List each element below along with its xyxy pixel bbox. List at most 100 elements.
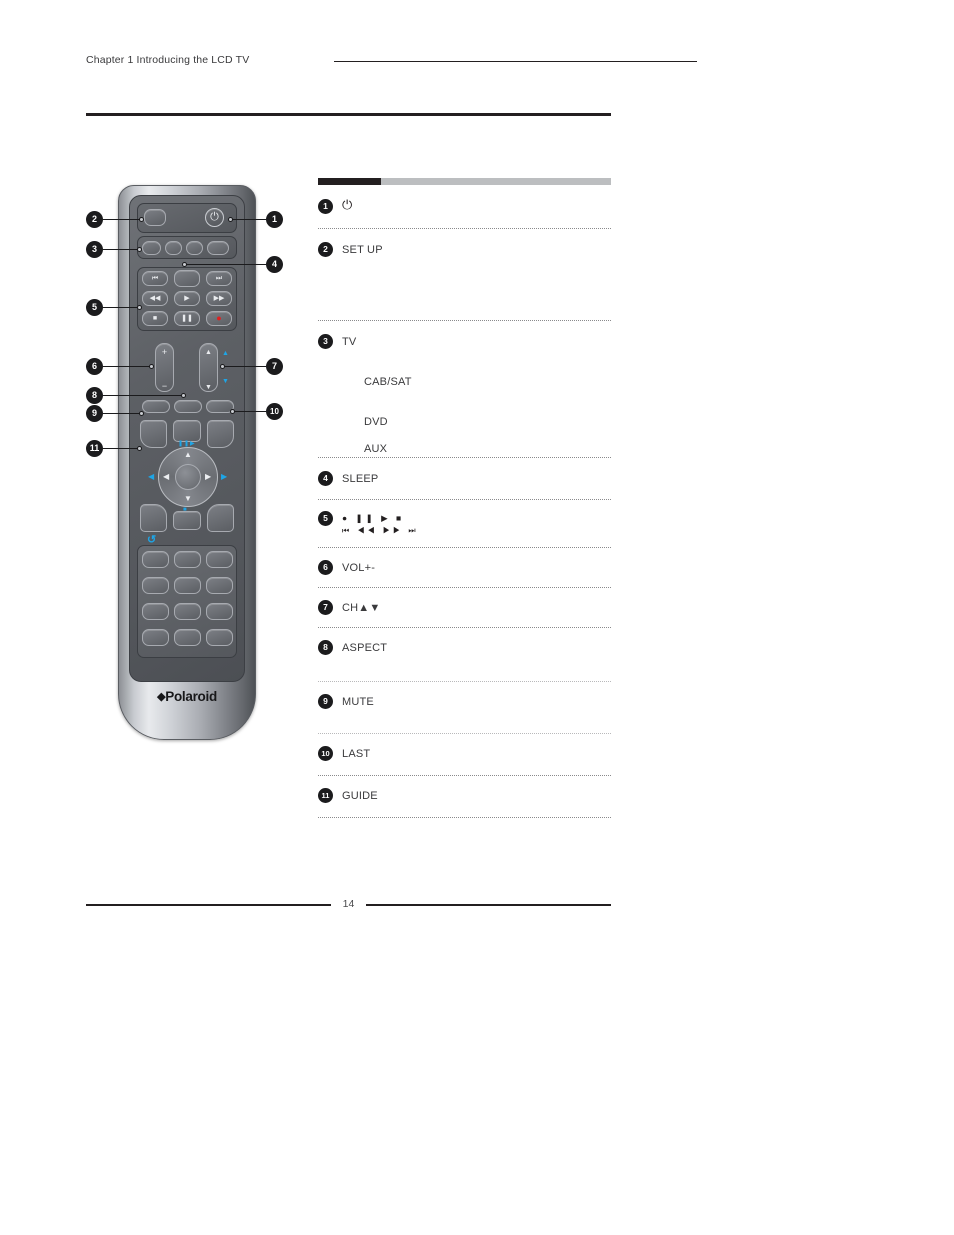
keypad-key-8[interactable] (174, 603, 201, 620)
skip-back-icon: ⏮ (151, 275, 159, 282)
callout-9: 9 (86, 405, 103, 422)
legend-item-2: 2 SET UP (318, 229, 611, 321)
header-rule (334, 61, 697, 63)
skip-forward-button[interactable]: ⏭ (206, 271, 232, 286)
keypad-key-9[interactable] (206, 603, 233, 620)
legend-label-6: VOL+- (342, 562, 376, 574)
skip-back-button[interactable]: ⏮ (142, 271, 168, 286)
callout-3: 3 (86, 241, 103, 258)
mute-button[interactable] (142, 400, 170, 413)
pause-icon: ❚❚ (181, 315, 193, 322)
legend-number-1: 1 (318, 199, 333, 214)
keypad-key-0[interactable] (174, 629, 201, 646)
callout-11-leader (103, 448, 139, 450)
cabsat-device-button[interactable] (165, 241, 182, 255)
power-button[interactable]: ⏻ (205, 208, 224, 227)
right-side-indicator-icon: ▶ (221, 472, 228, 481)
legend-number-3: 3 (318, 334, 333, 349)
callout-7-endpoint (220, 364, 225, 369)
page-footer: 14 (86, 898, 611, 912)
chapter-title: Chapter 1 Introducing the LCD TV (86, 54, 250, 66)
skip-forward-icon: ⏭ (215, 275, 223, 282)
power-icon: ⏻ (342, 197, 353, 212)
legend-label-7: CH▲▼ (342, 602, 381, 614)
record-button[interactable]: ● (206, 311, 232, 326)
stop-indicator-icon: ■ (183, 507, 187, 513)
fast-forward-button[interactable]: ▶▶ (206, 291, 232, 306)
legend-sublabel-dvd: DVD (364, 416, 388, 428)
callout-3-leader (103, 249, 139, 251)
rewind-button[interactable]: ◀◀ (142, 291, 168, 306)
legend-number-2: 2 (318, 242, 333, 257)
nav-up-icon: ▲ (184, 450, 192, 459)
legend-label-11: GUIDE (342, 790, 378, 802)
guide-button[interactable] (140, 420, 167, 448)
callout-10-endpoint (230, 409, 235, 414)
legend-transport-row-1: ● ❚❚ ▶ ■ (342, 513, 405, 523)
return-icon: ↺ (147, 534, 157, 546)
legend-sublabel-aux: AUX (364, 443, 388, 455)
nav-down-icon: ▼ (184, 494, 192, 503)
legend-number-6: 6 (318, 560, 333, 575)
select-button[interactable] (175, 464, 201, 490)
channel-rocker[interactable]: ▲ ▼ (199, 343, 218, 392)
callout-1-leader (232, 219, 266, 221)
callout-6-endpoint (149, 364, 154, 369)
menu-button[interactable] (173, 420, 201, 442)
info-button[interactable] (207, 420, 234, 448)
legend-item-4: 4 SLEEP (318, 458, 611, 500)
exit-button[interactable] (140, 504, 167, 532)
keypad-key-3[interactable] (206, 551, 233, 568)
callout-4-endpoint (182, 262, 187, 267)
volume-rocker[interactable]: + − (155, 343, 174, 392)
setup-button[interactable] (144, 209, 166, 226)
manual-page: Chapter 1 Introducing the LCD TV ⏻ ⏮ ⏭ ◀… (0, 0, 954, 1235)
enter-button[interactable] (173, 511, 201, 530)
callout-11-endpoint (137, 446, 142, 451)
callout-2: 2 (86, 211, 103, 228)
callout-4: 4 (266, 256, 283, 273)
keypad-key-1[interactable] (142, 551, 169, 568)
keypad-key-4[interactable] (142, 577, 169, 594)
legend-header-bar-dark (318, 178, 381, 185)
keypad-key-7[interactable] (142, 603, 169, 620)
nav-left-icon: ◀ (163, 472, 170, 481)
callout-7: 7 (266, 358, 283, 375)
left-side-indicator-icon: ◀ (148, 472, 155, 481)
keypad-key-2[interactable] (174, 551, 201, 568)
play-button[interactable]: ▶ (174, 291, 200, 306)
callout-9-endpoint (139, 411, 144, 416)
sleep-button[interactable] (174, 270, 200, 287)
dvd-device-button[interactable] (186, 241, 203, 255)
stop-icon: ■ (152, 315, 158, 322)
aux-device-button[interactable] (207, 241, 229, 255)
legend-label-9: MUTE (342, 696, 374, 708)
legend-item-1: 1 ⏻ (318, 185, 611, 229)
brand-logo: ◆Polaroid (118, 689, 256, 704)
remote-control-illustration: ⏻ ⏮ ⏭ ◀◀ ▶ ▶▶ ■ ❚❚ ● + − ▲ ▼ ▲ ▼ ❚❚▶ ▲ ▼… (118, 185, 256, 740)
legend-item-9: 9 MUTE (318, 682, 611, 734)
pause-button[interactable]: ❚❚ (174, 311, 200, 326)
aspect-button[interactable] (174, 400, 202, 413)
channel-down-icon: ▼ (205, 384, 212, 391)
page-number: 14 (342, 898, 355, 910)
rewind-icon: ◀◀ (149, 295, 161, 302)
keypad-key-5[interactable] (174, 577, 201, 594)
keypad-key-dash[interactable] (142, 629, 169, 646)
back-button[interactable] (207, 504, 234, 532)
channel-up-indicator-icon: ▲ (222, 350, 229, 357)
legend-number-7: 7 (318, 600, 333, 615)
callout-6-leader (103, 366, 151, 368)
fast-forward-icon: ▶▶ (213, 295, 225, 302)
play-icon: ▶ (184, 295, 190, 302)
keypad-key-6[interactable] (206, 577, 233, 594)
tv-device-button[interactable] (142, 241, 161, 255)
header-thick-rule (86, 113, 611, 116)
keypad-key-enter[interactable] (206, 629, 233, 646)
legend-item-3: 3 TV CAB/SAT DVD AUX (318, 321, 611, 458)
callout-10-leader (234, 411, 266, 413)
callout-10: 10 (266, 403, 283, 420)
callout-8: 8 (86, 387, 103, 404)
legend-number-9: 9 (318, 694, 333, 709)
stop-button[interactable]: ■ (142, 311, 168, 326)
